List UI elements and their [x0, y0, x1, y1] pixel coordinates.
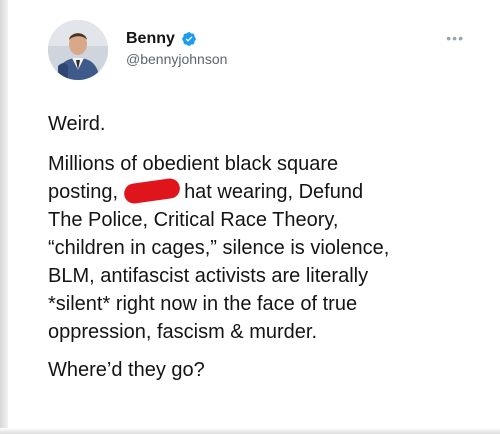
- bottom-edge-shadow: [0, 428, 500, 434]
- avatar-photo: [48, 20, 108, 80]
- tweet-text-fragment: posting,: [48, 181, 119, 203]
- author-name-row: Benny: [126, 30, 197, 48]
- tweet-text-line: The Police, Critical Race Theory,: [48, 209, 339, 231]
- tweet-card: Benny @bennyjohnson ••• Weird. Millions …: [0, 0, 500, 434]
- tweet-text-line-with-redaction: posting, hat wearing, Defund: [48, 176, 474, 206]
- tweet-paragraph-1: Weird.: [48, 110, 474, 138]
- left-edge-shadow: [0, 0, 8, 434]
- tweet-text-line: Where’d they go?: [48, 359, 205, 381]
- author-name[interactable]: Benny: [126, 30, 175, 48]
- avatar[interactable]: [48, 20, 108, 80]
- tweet-paragraph-3: Where’d they go?: [48, 356, 474, 384]
- author-handle[interactable]: @bennyjohnson: [126, 51, 227, 67]
- redaction-mark: [122, 176, 182, 205]
- verified-badge-icon: [182, 32, 196, 46]
- tweet-text-line: Millions of obedient black square: [48, 153, 339, 175]
- tweet-text-fragment: hat wearing, Defund: [184, 181, 364, 203]
- tweet-text-line: Weird.: [48, 113, 106, 135]
- tweet-text-line: *silent* right now in the face of true: [48, 293, 358, 315]
- tweet-text-line: “children in cages,” silence is violence…: [48, 237, 390, 259]
- more-options-icon[interactable]: •••: [446, 30, 464, 46]
- tweet-text-line: oppression, fascism & murder.: [48, 321, 317, 343]
- tweet-text-line: BLM, antifascist activists are literally: [48, 265, 369, 287]
- tweet-paragraph-2: Millions of obedient black square postin…: [48, 150, 474, 346]
